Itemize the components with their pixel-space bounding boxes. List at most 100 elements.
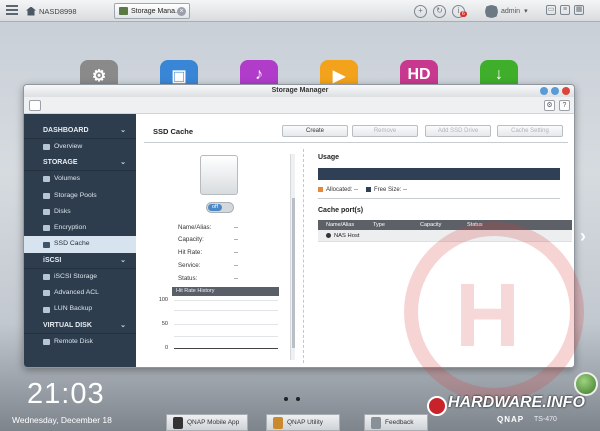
download-station-icon: ↓ bbox=[495, 66, 503, 83]
dock-qnap-utility[interactable]: QNAP Utility bbox=[266, 414, 340, 431]
scrollbar-thumb[interactable] bbox=[292, 198, 295, 348]
main-menu-button[interactable] bbox=[6, 5, 18, 16]
plus-icon[interactable]: + bbox=[414, 4, 427, 18]
service-label: Service: bbox=[178, 262, 201, 269]
add-ssd-drive-button[interactable]: Add SSD Drive bbox=[425, 125, 491, 137]
column-header: Name/Alias bbox=[326, 222, 355, 228]
model-label: TS-470 bbox=[534, 416, 557, 423]
row-type bbox=[373, 230, 420, 241]
sidebar-item-label: SSD Cache bbox=[54, 240, 90, 248]
remove-button[interactable]: Remove bbox=[352, 125, 418, 137]
sidebar-item-ssd-cache[interactable]: SSD Cache bbox=[24, 236, 136, 253]
page-dot[interactable] bbox=[284, 397, 288, 401]
nas-host-icon bbox=[326, 233, 331, 238]
refresh-icon[interactable]: ↻ bbox=[433, 4, 446, 18]
help-button-icon[interactable]: ? bbox=[559, 100, 570, 111]
page-dots[interactable] bbox=[284, 397, 300, 401]
cache-setting-button[interactable]: Cache Setting bbox=[497, 125, 563, 137]
user-icon bbox=[486, 5, 497, 17]
taskbar: NASD8998 Storage Mana... × + ↻ i 6 ? adm… bbox=[0, 0, 600, 22]
gridline bbox=[174, 300, 278, 301]
video-station-icon: ▶ bbox=[332, 68, 346, 85]
chevron-down-icon: ▾ bbox=[524, 8, 528, 15]
lun-backup-icon bbox=[43, 306, 50, 313]
capacity-value: -- bbox=[234, 236, 239, 243]
sidebar-item-iscsi-storage[interactable]: iSCSI Storage bbox=[24, 269, 136, 285]
tick-label: 50 bbox=[161, 321, 168, 327]
user-label: admin bbox=[501, 7, 521, 15]
notification-badge: 6 bbox=[460, 11, 467, 17]
photo-station-icon: ▣ bbox=[171, 68, 187, 85]
dashboard-icon[interactable]: ▦ bbox=[574, 5, 584, 15]
qnap-label: QNAP bbox=[497, 415, 525, 424]
user-menu[interactable]: admin ▾ bbox=[486, 4, 536, 18]
toggle-label: off bbox=[208, 204, 222, 211]
status-value: -- bbox=[234, 275, 239, 282]
info-hitrate-row: Hit Rate: -- bbox=[178, 249, 238, 256]
gridline bbox=[174, 348, 278, 349]
scrollbar[interactable] bbox=[290, 154, 295, 360]
monitor-icon[interactable]: ▭ bbox=[546, 5, 556, 15]
sidebar-item-label: Encryption bbox=[54, 224, 87, 232]
sidebar-item-label: Overview bbox=[54, 143, 83, 150]
dock-feedback[interactable]: Feedback bbox=[364, 414, 428, 431]
control-panel-icon: ⚙ bbox=[91, 68, 107, 85]
hd-station-icon: HD bbox=[407, 66, 431, 83]
sidebar-item-advanced-acl[interactable]: Advanced ACL bbox=[24, 285, 136, 301]
sidebar-item-storage-pools[interactable]: Storage Pools bbox=[24, 188, 136, 204]
watermark-h: H bbox=[455, 266, 520, 366]
dock-mobile-app[interactable]: QNAP Mobile App bbox=[166, 414, 248, 431]
sidebar-section-virtual-disk[interactable]: VIRTUAL DISK ⌄ bbox=[24, 318, 136, 334]
gridline bbox=[174, 336, 278, 337]
sidebar-item-label: iSCSI Storage bbox=[54, 272, 98, 280]
cache-toggle[interactable]: off bbox=[206, 202, 234, 213]
clock: 21:03 bbox=[27, 378, 105, 410]
disks-icon bbox=[43, 209, 50, 216]
sidebar-item-label: Disks bbox=[54, 207, 71, 215]
ssd-drive-icon bbox=[200, 155, 238, 195]
info-capacity-row: Capacity: -- bbox=[178, 236, 238, 243]
menu-icon[interactable]: ≡ bbox=[560, 5, 570, 15]
sidebar-item-label: Advanced ACL bbox=[54, 289, 99, 297]
sidebar-item-label: LUN Backup bbox=[54, 305, 93, 313]
sidebar-item-label: Remote Disk bbox=[54, 337, 93, 345]
name-value: -- bbox=[234, 224, 239, 231]
utility-icon bbox=[273, 416, 283, 429]
encryption-icon bbox=[43, 225, 50, 232]
name-label: Name/Alias: bbox=[178, 224, 212, 231]
free-legend: Free Size: -- bbox=[366, 187, 407, 193]
sidebar-item-remote-disk[interactable]: Remote Disk bbox=[24, 334, 136, 350]
home-button[interactable]: NASD8998 bbox=[26, 4, 110, 18]
minimize-icon[interactable] bbox=[540, 87, 548, 95]
tab-storage-manager[interactable]: Storage Mana... × bbox=[114, 3, 190, 19]
chevron-down-icon: ⌄ bbox=[120, 321, 126, 329]
sidebar-section-dashboard[interactable]: DASHBOARD ⌄ bbox=[24, 123, 136, 139]
globe-icon[interactable] bbox=[574, 372, 598, 396]
sidebar-item-overview[interactable]: Overview bbox=[24, 139, 136, 155]
brand-text: HARDWARE.INFO bbox=[426, 394, 585, 412]
sidebar-section-iscsi[interactable]: iSCSI ⌄ bbox=[24, 253, 136, 269]
usage-bar bbox=[318, 168, 560, 180]
sidebar-section-storage[interactable]: STORAGE ⌄ bbox=[24, 155, 136, 172]
sidebar-item-lun-backup[interactable]: LUN Backup bbox=[24, 301, 136, 317]
close-icon[interactable]: × bbox=[177, 7, 186, 16]
sidebar-item-encryption[interactable]: Encryption bbox=[24, 220, 136, 236]
close-window-icon[interactable] bbox=[562, 87, 570, 95]
home-icon bbox=[26, 6, 36, 16]
storage-manager-icon bbox=[119, 7, 128, 15]
date: Wednesday, December 18 bbox=[12, 415, 112, 425]
settings-icon[interactable]: ⚙ bbox=[544, 100, 555, 111]
page-dot[interactable] bbox=[296, 397, 300, 401]
create-button[interactable]: Create bbox=[282, 125, 348, 137]
music-station-icon: ♪ bbox=[255, 66, 263, 83]
sidebar-item-volumes[interactable]: Volumes bbox=[24, 171, 136, 187]
hitrate-label: Hit Rate: bbox=[178, 249, 203, 256]
next-page-arrow-icon[interactable]: › bbox=[580, 226, 586, 247]
sidebar-item-disks[interactable]: Disks bbox=[24, 204, 136, 220]
maximize-icon[interactable] bbox=[551, 87, 559, 95]
info-status-row: Status: -- bbox=[178, 275, 238, 282]
info-name-row: Name/Alias: -- bbox=[178, 224, 238, 231]
sidebar: DASHBOARD ⌄ Overview STORAGE ⌄ Volumes Storage… bbox=[24, 114, 136, 367]
sidebar-toggle-icon[interactable] bbox=[29, 100, 41, 111]
cache-ports-title: Cache port(s) bbox=[318, 207, 364, 214]
